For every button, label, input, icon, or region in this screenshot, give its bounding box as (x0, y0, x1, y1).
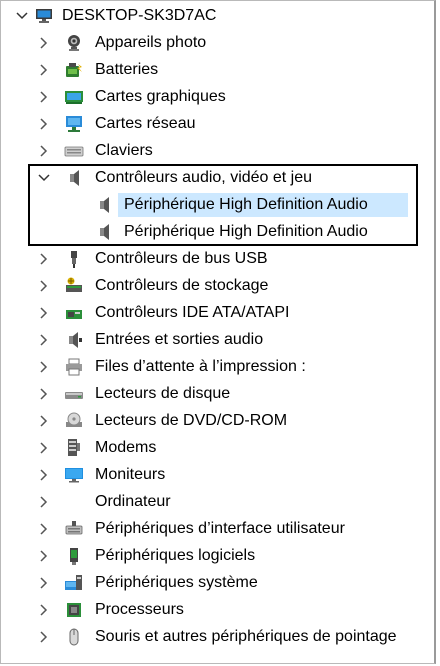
modem-icon (68, 439, 80, 456)
category-label: Batteries (95, 61, 159, 78)
chevron-right-icon[interactable] (36, 305, 52, 321)
tree-category[interactable]: Entrées et sorties audio (0, 326, 440, 353)
tree-category[interactable]: Modems (0, 434, 440, 461)
chevron-right-icon[interactable] (36, 116, 52, 132)
monitor-icon (65, 468, 83, 483)
display-adapter-icon (65, 91, 83, 104)
ide-controller-icon (66, 310, 82, 319)
computer-icon (36, 9, 52, 23)
tree-category[interactable]: Contrôleurs de bus USB (0, 245, 440, 272)
usb-icon (71, 251, 77, 268)
category-label: Périphériques système (95, 574, 258, 591)
chevron-right-icon[interactable] (36, 494, 52, 510)
category-label: Lecteurs de DVD/CD-ROM (95, 412, 288, 429)
category-label: Modems (95, 439, 157, 456)
chevron-right-icon[interactable] (36, 89, 52, 105)
audio-io-icon (69, 332, 82, 348)
chevron-right-icon[interactable] (36, 521, 52, 537)
tree-category[interactable]: Contrôleurs IDE ATA/ATAPI (0, 299, 440, 326)
chevron-right-icon[interactable] (36, 548, 52, 564)
tree-category[interactable]: Contrôleurs de stockage (0, 272, 440, 299)
chevron-down-icon[interactable] (14, 8, 30, 24)
storage-controller-icon (66, 277, 82, 292)
keyboard-icon (64, 146, 84, 157)
tree-category[interactable]: Moniteurs (0, 461, 440, 488)
tree-category[interactable]: Ordinateur (0, 488, 440, 515)
category-label: Périphériques logiciels (95, 547, 256, 564)
chevron-right-icon[interactable] (36, 386, 52, 402)
tree-category[interactable]: Lecteurs de DVD/CD-ROM (0, 407, 440, 434)
printer-icon (66, 358, 82, 376)
chevron-right-icon[interactable] (36, 359, 52, 375)
mouse-icon (69, 628, 79, 646)
category-label: Entrées et sorties audio (95, 331, 264, 348)
chevron-right-icon[interactable] (36, 413, 52, 429)
category-label: Cartes réseau (95, 115, 196, 132)
computer-icon (64, 492, 84, 512)
chevron-right-icon[interactable] (36, 251, 52, 267)
highlight-box (28, 164, 418, 246)
tree-category[interactable]: Lecteurs de disque (0, 380, 440, 407)
dvd-drive-icon (66, 412, 82, 427)
category-label: Appareils photo (95, 34, 207, 51)
software-device-icon (70, 548, 78, 565)
chevron-right-icon[interactable] (36, 62, 52, 78)
category-label: Cartes graphiques (95, 88, 226, 105)
chevron-right-icon[interactable] (36, 35, 52, 51)
chevron-right-icon[interactable] (36, 602, 52, 618)
tree-category[interactable]: Souris et autres périphériques de pointa… (0, 623, 440, 650)
tree-category[interactable]: Cartes graphiques (0, 83, 440, 110)
tree-category[interactable]: Périphériques logiciels (0, 542, 440, 569)
category-label: Contrôleurs de stockage (95, 277, 269, 294)
tree-category[interactable]: Périphériques d’interface utilisateur (0, 515, 440, 542)
tree-category[interactable]: Cartes réseau (0, 110, 440, 137)
category-label: Files d’attente à l’impression : (95, 358, 306, 375)
category-label: Claviers (95, 142, 153, 159)
chevron-right-icon[interactable] (36, 278, 52, 294)
tree-category[interactable]: Appareils photo (0, 29, 440, 56)
category-label: Souris et autres périphériques de pointa… (95, 628, 397, 645)
tree-root[interactable]: DESKTOP-SK3D7AC (0, 2, 440, 29)
category-label: Périphériques d’interface utilisateur (95, 520, 345, 537)
hid-icon (65, 521, 83, 535)
network-adapter-icon (66, 116, 82, 132)
chevron-right-icon[interactable] (36, 575, 52, 591)
category-label: Processeurs (95, 601, 184, 618)
category-label: Contrôleurs de bus USB (95, 250, 268, 267)
root-label: DESKTOP-SK3D7AC (62, 7, 217, 24)
category-label: Contrôleurs IDE ATA/ATAPI (95, 304, 290, 321)
chevron-right-icon[interactable] (36, 332, 52, 348)
category-label: Lecteurs de disque (95, 385, 231, 402)
chevron-right-icon[interactable] (36, 467, 52, 483)
disk-drive-icon (65, 392, 83, 399)
chevron-right-icon[interactable] (36, 143, 52, 159)
chevron-right-icon[interactable] (36, 440, 52, 456)
system-device-icon (65, 575, 82, 590)
tree-category[interactable]: Claviers (0, 137, 440, 164)
battery-icon (66, 63, 82, 77)
processor-icon (67, 603, 81, 617)
chevron-right-icon[interactable] (36, 629, 52, 645)
tree-category[interactable]: Périphériques système (0, 569, 440, 596)
category-label: Moniteurs (95, 466, 166, 483)
tree-category[interactable]: Processeurs (0, 596, 440, 623)
category-label: Ordinateur (95, 493, 171, 510)
tree-category[interactable]: Batteries (0, 56, 440, 83)
tree-category[interactable]: Files d’attente à l’impression : (0, 353, 440, 380)
camera-icon (68, 35, 80, 51)
